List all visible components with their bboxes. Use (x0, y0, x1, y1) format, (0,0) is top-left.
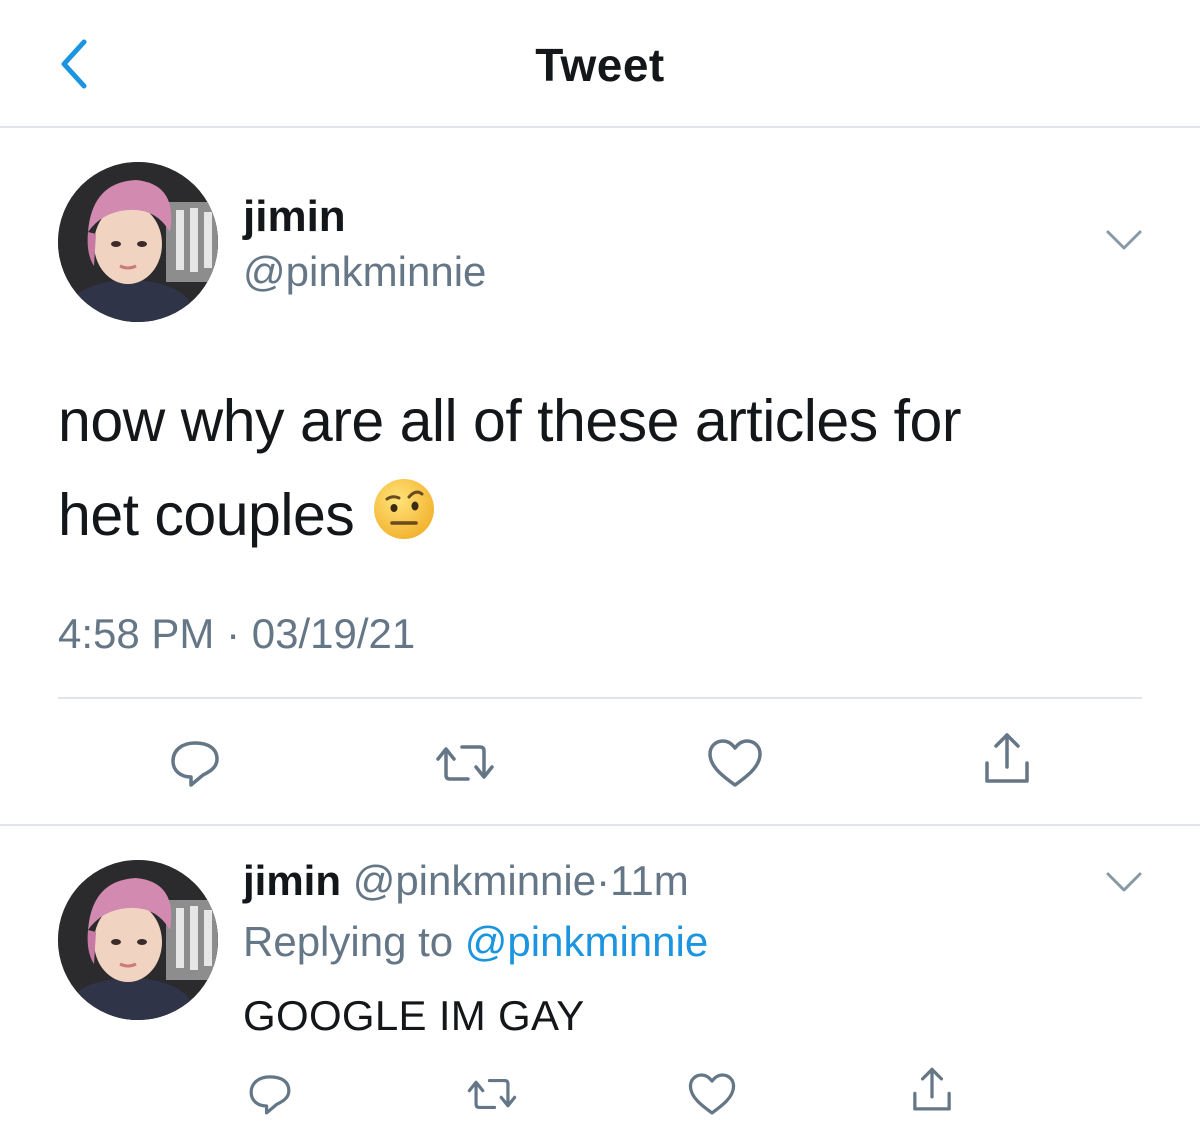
share-icon (913, 1067, 951, 1111)
top-bar: Tweet (0, 0, 1200, 128)
retweet-button[interactable] (430, 733, 500, 793)
replying-to-handle[interactable]: @pinkminnie (465, 918, 708, 965)
reply-like-button[interactable] (682, 1066, 742, 1122)
reply-options-button[interactable] (1104, 868, 1144, 901)
reply-reply-button[interactable] (240, 1066, 300, 1122)
tweet-text-line2: het couples (58, 482, 355, 548)
page-title: Tweet (535, 39, 665, 91)
tweet-timestamp: 4:58 PM · 03/19/21 (58, 610, 416, 657)
retweet-icon (467, 1078, 517, 1110)
chevron-down-icon (1106, 872, 1142, 892)
avatar[interactable] (58, 162, 218, 322)
author-name[interactable]: jimin (243, 192, 346, 242)
share-button[interactable] (972, 729, 1042, 789)
replying-to: Replying to @pinkminnie (243, 918, 708, 966)
avatar-photo (58, 162, 218, 322)
divider (58, 697, 1142, 699)
reply-share-button[interactable] (902, 1062, 962, 1118)
reply-author-name[interactable]: jimin (243, 857, 341, 904)
retweet-icon (436, 745, 494, 781)
reply-retweet-button[interactable] (462, 1066, 522, 1122)
like-icon (708, 739, 762, 787)
replying-to-label: Replying to (243, 918, 454, 965)
tweet-text-line: het couples (58, 468, 1148, 568)
reply-avatar[interactable] (58, 860, 218, 1020)
tweet-text: now why are all of these articles for he… (58, 374, 1148, 568)
reply-header: jimin @pinkminnie·11m (243, 857, 689, 905)
avatar-photo (58, 860, 218, 1020)
face-with-raised-eyebrow-icon (372, 474, 436, 568)
chevron-down-icon (1106, 230, 1142, 250)
reply-text: GOOGLE IM GAY (243, 992, 585, 1039)
reply-author-handle[interactable]: @pinkminnie (353, 857, 596, 904)
reply-icon (171, 741, 219, 787)
like-icon (688, 1073, 736, 1115)
reply-icon (249, 1075, 291, 1115)
share-icon (985, 733, 1029, 783)
reply-button[interactable] (160, 733, 230, 793)
author-handle[interactable]: @pinkminnie (243, 248, 486, 296)
tweet-text-line: now why are all of these articles for (58, 388, 961, 454)
tweet-options-button[interactable] (1104, 226, 1144, 259)
meta-separator: · (596, 857, 611, 904)
like-button[interactable] (700, 733, 770, 793)
reply-age: 11m (610, 857, 689, 904)
divider (0, 824, 1200, 826)
